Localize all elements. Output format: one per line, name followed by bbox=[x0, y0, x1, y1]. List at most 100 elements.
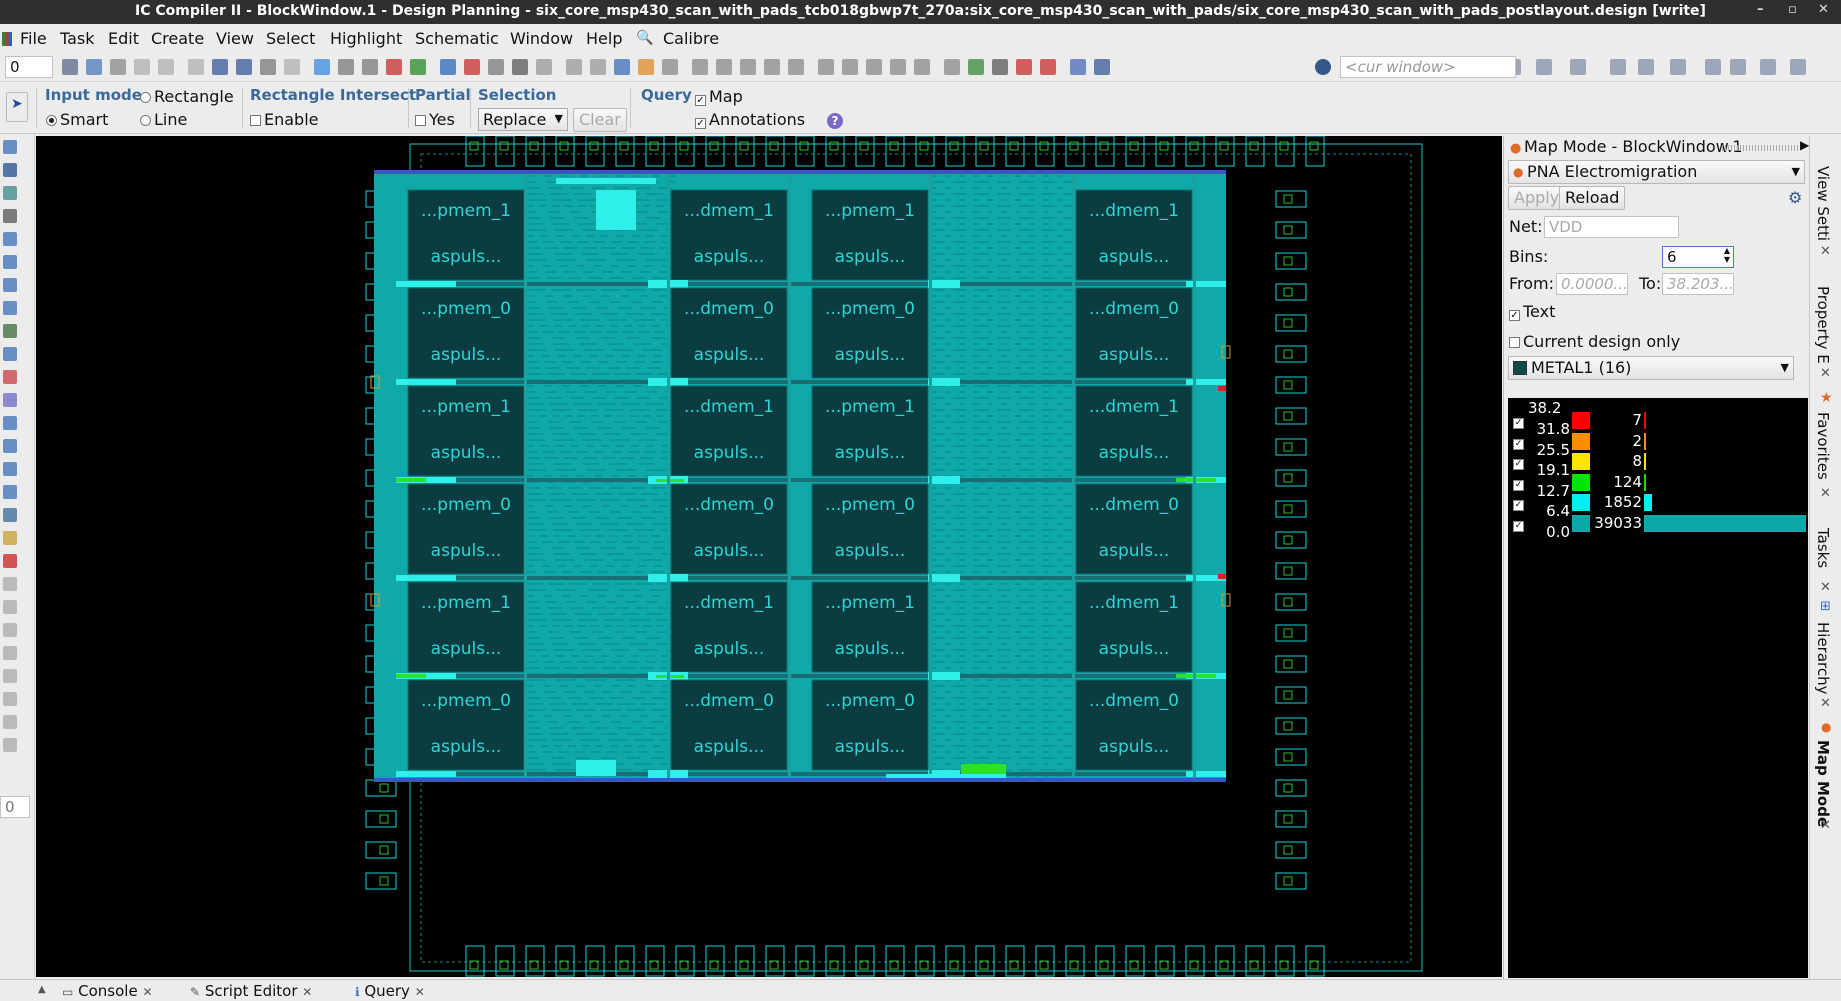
left-spin-input[interactable]: 0 bbox=[0, 796, 30, 818]
settings-gear-icon[interactable] bbox=[1315, 59, 1331, 75]
close-tab-icon[interactable]: ✕ bbox=[142, 985, 152, 999]
left-tool-icon[interactable] bbox=[3, 324, 17, 338]
left-tool-icon[interactable] bbox=[3, 255, 17, 269]
toolbar-tool-icon[interactable] bbox=[284, 59, 300, 75]
bin-color-swatch[interactable] bbox=[1572, 453, 1590, 470]
left-tool-icon[interactable] bbox=[3, 393, 17, 407]
left-tool-icon[interactable] bbox=[3, 163, 17, 177]
menu-task[interactable]: Task bbox=[60, 29, 95, 48]
panel-grip[interactable] bbox=[1722, 145, 1800, 151]
left-tool-icon[interactable] bbox=[3, 186, 17, 200]
menu-create[interactable]: Create bbox=[151, 29, 204, 48]
layer-spin-input[interactable]: 0 bbox=[5, 56, 53, 78]
toolbar-tool-icon[interactable] bbox=[590, 59, 606, 75]
left-tool-icon[interactable] bbox=[3, 531, 17, 545]
toolbar-tool-icon[interactable] bbox=[386, 59, 402, 75]
menu-help[interactable]: Help bbox=[586, 29, 622, 48]
menu-calibre[interactable]: Calibre bbox=[663, 29, 719, 48]
net-input[interactable]: VDD bbox=[1544, 216, 1679, 238]
close-tab-icon[interactable]: ✕ bbox=[1820, 580, 1831, 595]
tab-script-editor[interactable]: ✎ Script Editor ✕ bbox=[190, 982, 312, 1000]
text-checkbox[interactable]: ✓ Text bbox=[1509, 302, 1555, 321]
bin-visible-checkbox[interactable]: ✓ bbox=[1513, 479, 1524, 491]
tabs-up-arrow-icon[interactable]: ▲ bbox=[38, 984, 46, 995]
left-tool-icon[interactable] bbox=[3, 209, 17, 223]
close-tab-icon[interactable]: ✕ bbox=[1820, 818, 1831, 833]
toolbar-tool-icon[interactable] bbox=[842, 59, 858, 75]
menu-edit[interactable]: Edit bbox=[108, 29, 139, 48]
reload-button[interactable]: Reload bbox=[1559, 186, 1626, 210]
toolbar-tool-icon[interactable] bbox=[260, 59, 276, 75]
tab-tasks[interactable]: Tasks bbox=[1814, 528, 1832, 568]
menu-highlight[interactable]: Highlight bbox=[330, 29, 402, 48]
toolbar-tool-icon[interactable] bbox=[566, 59, 582, 75]
toolbar-tool-icon[interactable] bbox=[716, 59, 732, 75]
toolbar-tool-icon[interactable] bbox=[1670, 59, 1686, 75]
toolbar-tool-icon[interactable] bbox=[692, 59, 708, 75]
toolbar-tool-icon[interactable] bbox=[1790, 59, 1806, 75]
toolbar-tool-icon[interactable] bbox=[212, 59, 228, 75]
tab-console[interactable]: ▭ Console ✕ bbox=[62, 982, 153, 1000]
toolbar-tool-icon[interactable] bbox=[188, 59, 204, 75]
left-tool-icon[interactable] bbox=[3, 738, 17, 752]
left-tool-icon[interactable] bbox=[3, 485, 17, 499]
pin-icon[interactable]: ● bbox=[1510, 141, 1521, 156]
left-tool-icon[interactable] bbox=[3, 646, 17, 660]
toolbar-tool-icon[interactable] bbox=[890, 59, 906, 75]
toolbar-tool-icon[interactable] bbox=[740, 59, 756, 75]
bin-color-swatch[interactable] bbox=[1572, 494, 1590, 511]
menu-schematic[interactable]: Schematic bbox=[415, 29, 499, 48]
toolbar-tool-icon[interactable] bbox=[488, 59, 504, 75]
toolbar-tool-icon[interactable] bbox=[1638, 59, 1654, 75]
query-map-checkbox[interactable]: ✓ Map bbox=[695, 87, 743, 106]
close-tab-icon[interactable]: ✕ bbox=[302, 985, 312, 999]
close-tab-icon[interactable]: ✕ bbox=[1820, 366, 1831, 381]
toolbar-tool-icon[interactable] bbox=[236, 59, 252, 75]
collapse-arrow-icon[interactable]: ▶ bbox=[1800, 138, 1809, 152]
toolbar-tool-icon[interactable] bbox=[338, 59, 354, 75]
left-tool-icon[interactable] bbox=[3, 140, 17, 154]
menu-window[interactable]: Window bbox=[510, 29, 573, 48]
left-tool-icon[interactable] bbox=[3, 554, 17, 568]
toolbar-tool-icon[interactable] bbox=[1730, 59, 1746, 75]
toolbar-tool-icon[interactable] bbox=[968, 59, 984, 75]
left-tool-icon[interactable] bbox=[3, 692, 17, 706]
toolbar-tool-icon[interactable] bbox=[134, 59, 150, 75]
toolbar-tool-icon[interactable] bbox=[818, 59, 834, 75]
left-tool-icon[interactable] bbox=[3, 577, 17, 591]
maximize-button[interactable]: ▫ bbox=[1788, 2, 1797, 17]
toolbar-tool-icon[interactable] bbox=[1610, 59, 1626, 75]
left-tool-icon[interactable] bbox=[3, 508, 17, 522]
close-tab-icon[interactable]: ✕ bbox=[415, 985, 425, 999]
menu-view[interactable]: View bbox=[216, 29, 254, 48]
toolbar-tool-icon[interactable] bbox=[662, 59, 678, 75]
bin-color-swatch[interactable] bbox=[1572, 432, 1590, 450]
toolbar-tool-icon[interactable] bbox=[1760, 59, 1776, 75]
bin-visible-checkbox[interactable]: ✓ bbox=[1513, 520, 1524, 532]
tab-view-settings[interactable]: View Setti bbox=[1814, 166, 1832, 241]
from-input[interactable]: 0.0000... bbox=[1556, 273, 1628, 295]
left-tool-icon[interactable] bbox=[3, 232, 17, 246]
smart-radio[interactable]: Smart bbox=[46, 110, 108, 129]
layout-canvas[interactable]: ...pmem_1 aspuls... ...dmem_1 aspuls... ...p… bbox=[36, 136, 1502, 977]
help-icon[interactable]: ? bbox=[827, 113, 843, 129]
layout-view[interactable]: ...pmem_1 aspuls... ...dmem_1 aspuls... ...p… bbox=[36, 136, 1502, 977]
toolbar-tool-icon[interactable] bbox=[86, 59, 102, 75]
bin-visible-checkbox[interactable]: ✓ bbox=[1513, 500, 1524, 511]
rect-intersect-checkbox[interactable]: Enable bbox=[250, 110, 319, 129]
to-input[interactable]: 38.203... bbox=[1662, 273, 1734, 295]
menu-file[interactable]: File bbox=[20, 29, 47, 48]
toolbar-tool-icon[interactable] bbox=[1570, 59, 1586, 75]
toolbar-tool-icon[interactable] bbox=[410, 59, 426, 75]
toolbar-tool-icon[interactable] bbox=[314, 59, 330, 75]
bin-visible-checkbox[interactable]: ✓ bbox=[1513, 459, 1524, 470]
line-radio[interactable]: Line bbox=[140, 110, 187, 129]
close-tab-icon[interactable]: ✕ bbox=[1820, 486, 1831, 501]
toolbar-tool-icon[interactable] bbox=[914, 59, 930, 75]
toolbar-tool-icon[interactable] bbox=[638, 59, 654, 75]
left-tool-icon[interactable] bbox=[3, 669, 17, 683]
close-button[interactable]: ✕ bbox=[1818, 2, 1829, 17]
left-tool-icon[interactable] bbox=[3, 278, 17, 292]
toolbar-tool-icon[interactable] bbox=[158, 59, 174, 75]
tab-hierarchy[interactable]: Hierarchy bbox=[1814, 622, 1832, 695]
